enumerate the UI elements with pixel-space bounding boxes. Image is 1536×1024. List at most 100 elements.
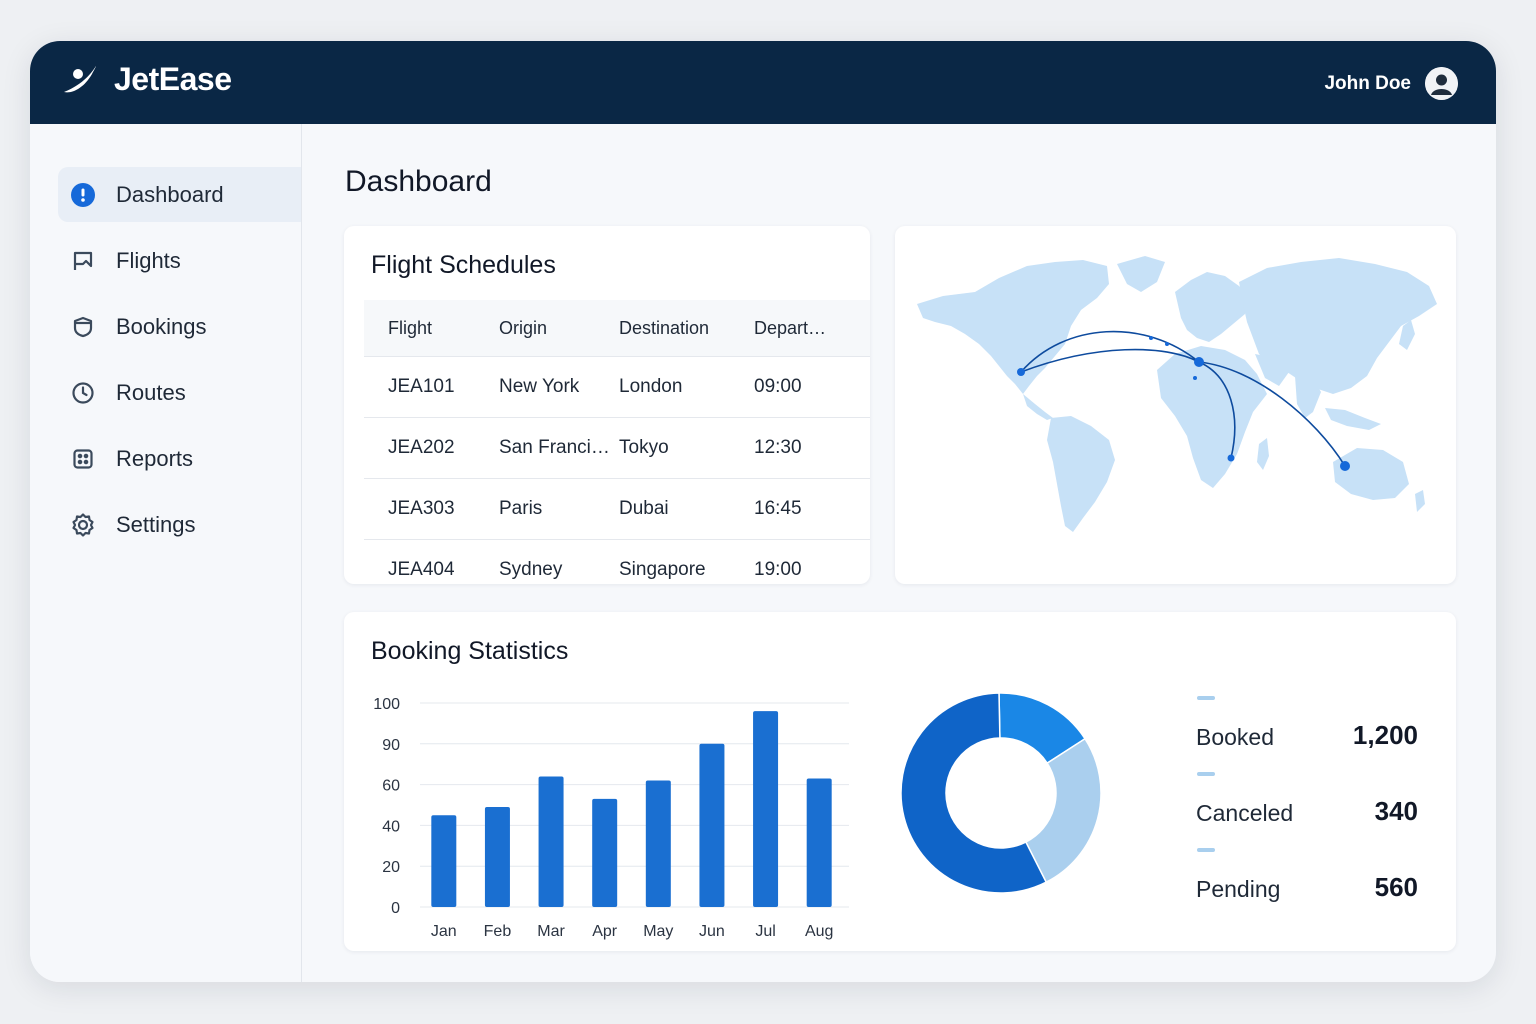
jet-logo-icon <box>64 65 96 92</box>
x-tick-label: Aug <box>805 923 833 940</box>
dashboard-icon <box>70 182 96 208</box>
bar-may[interactable] <box>645 780 671 907</box>
legend-label: Pending <box>1196 876 1281 902</box>
grid-icon <box>70 446 96 472</box>
brand-name: JetEase <box>114 61 232 97</box>
flight-schedule-table: Flight Origin Destination Depart… JEA101… <box>364 300 870 584</box>
legend-item-booked: Booked 1,200 <box>1196 696 1418 756</box>
flight-cell: JEA303 <box>364 478 498 540</box>
new-york-marker <box>1017 368 1025 376</box>
legend-value: 340 <box>1374 796 1418 826</box>
flag-icon <box>70 248 96 274</box>
destination-cell: Tokyo <box>618 417 753 479</box>
y-tick-label: 90 <box>382 737 400 754</box>
bar-apr[interactable] <box>592 798 618 907</box>
legend-label: Canceled <box>1196 800 1294 826</box>
sidebar-item-label: Reports <box>116 445 194 471</box>
flight-cell: JEA202 <box>364 417 498 479</box>
sidebar-item-label: Settings <box>116 511 196 537</box>
departure-cell: 12:30 <box>753 417 870 479</box>
london-marker <box>1194 357 1204 367</box>
sidebar-item-flights[interactable]: Flights <box>58 233 301 288</box>
origin-cell: New York <box>498 356 618 418</box>
sidebar-item-settings[interactable]: Settings <box>58 497 301 552</box>
destination-cell: Dubai <box>618 478 753 540</box>
sidebar-item-dashboard[interactable]: Dashboard <box>58 167 301 222</box>
donut-slice-pending[interactable] <box>1024 737 1102 884</box>
bar-aug[interactable] <box>806 778 832 907</box>
bar-feb[interactable] <box>484 807 510 907</box>
origin-cell: Sydney <box>498 539 618 584</box>
column-header-departure[interactable]: Depart… <box>753 300 870 357</box>
card-title: Flight Schedules <box>371 251 556 279</box>
africa-marker <box>1227 454 1235 462</box>
sidebar-item-label: Routes <box>116 379 186 405</box>
booking-status-donut-chart <box>900 692 1102 894</box>
origin-cell: San Franci… <box>498 417 618 479</box>
brand[interactable]: JetEase <box>62 61 232 98</box>
x-tick-label: Mar <box>537 923 565 940</box>
flight-cell: JEA404 <box>364 539 498 584</box>
departure-cell: 16:45 <box>753 478 870 540</box>
gear-icon <box>70 512 96 538</box>
bar-mar[interactable] <box>538 776 564 907</box>
app-window: JetEase John Doe Dashboard Flights Booki… <box>30 41 1496 982</box>
x-tick-label: Jun <box>699 923 725 940</box>
bar-jun[interactable] <box>699 743 725 907</box>
sidebar-item-label: Flights <box>116 247 181 273</box>
legend-item-pending: Pending 560 <box>1196 848 1418 908</box>
departure-cell: 09:00 <box>753 356 870 418</box>
legend-swatch <box>1197 848 1215 852</box>
world-map-landmass <box>917 256 1437 532</box>
origin-cell: Paris <box>498 478 618 540</box>
user-name: John Doe <box>1324 72 1411 94</box>
x-tick-label: May <box>643 923 673 940</box>
destination-cell: Singapore <box>618 539 753 584</box>
world-route-map[interactable] <box>895 226 1456 584</box>
page-title: Dashboard <box>345 165 492 198</box>
x-tick-label: Jul <box>755 923 775 940</box>
waypoint-marker <box>1193 376 1197 380</box>
column-header-origin[interactable]: Origin <box>498 300 618 357</box>
waypoint-marker <box>1165 342 1169 346</box>
legend-label: Booked <box>1196 724 1275 750</box>
table-row[interactable]: JEA404 Sydney Singapore 19:00 <box>364 539 870 584</box>
avatar-icon[interactable] <box>1425 67 1458 100</box>
waypoint-marker <box>1149 336 1153 340</box>
card-title: Booking Statistics <box>371 637 569 665</box>
sidebar-item-routes[interactable]: Routes <box>58 365 301 420</box>
table-row[interactable]: JEA202 San Franci… Tokyo 12:30 <box>364 417 870 479</box>
sidebar-item-reports[interactable]: Reports <box>58 431 301 486</box>
destination-cell: London <box>618 356 753 418</box>
x-tick-label: Jan <box>431 923 457 940</box>
flight-cell: JEA101 <box>364 356 498 418</box>
top-navbar: JetEase John Doe <box>30 41 1496 124</box>
y-tick-label: 20 <box>382 859 400 876</box>
table-header-row: Flight Origin Destination Depart… <box>364 300 870 357</box>
sidebar-item-bookings[interactable]: Bookings <box>58 299 301 354</box>
sidebar: Dashboard Flights Bookings Routes Report… <box>30 124 302 982</box>
departure-cell: 19:00 <box>753 539 870 584</box>
flight-schedules-card: Flight Schedules Flight Origin Destinati… <box>344 226 870 584</box>
user-menu[interactable]: John Doe <box>1324 67 1458 100</box>
bar-jul[interactable] <box>753 711 779 907</box>
sidebar-item-label: Bookings <box>116 313 207 339</box>
legend-value: 560 <box>1374 872 1418 902</box>
bar-jan[interactable] <box>431 815 457 907</box>
legend-item-canceled: Canceled 340 <box>1196 772 1418 832</box>
column-header-destination[interactable]: Destination <box>618 300 753 357</box>
y-tick-label: 100 <box>373 696 400 713</box>
y-tick-label: 40 <box>382 818 400 835</box>
table-row[interactable]: JEA303 Paris Dubai 16:45 <box>364 478 870 540</box>
column-header-flight[interactable]: Flight <box>364 300 498 357</box>
y-tick-label: 60 <box>382 778 400 795</box>
shield-icon <box>70 314 96 340</box>
table-row[interactable]: JEA101 New York London 09:00 <box>364 356 870 418</box>
sydney-marker <box>1340 461 1350 471</box>
legend-swatch <box>1197 772 1215 776</box>
sidebar-item-label: Dashboard <box>116 181 224 207</box>
route-map-card <box>895 226 1456 584</box>
clock-icon <box>70 380 96 406</box>
legend-swatch <box>1197 696 1215 700</box>
monthly-bookings-bar-chart: 0 20 40 60 90 100 Jan Feb Mar Apr May Jun Jul Aug <box>373 696 849 940</box>
